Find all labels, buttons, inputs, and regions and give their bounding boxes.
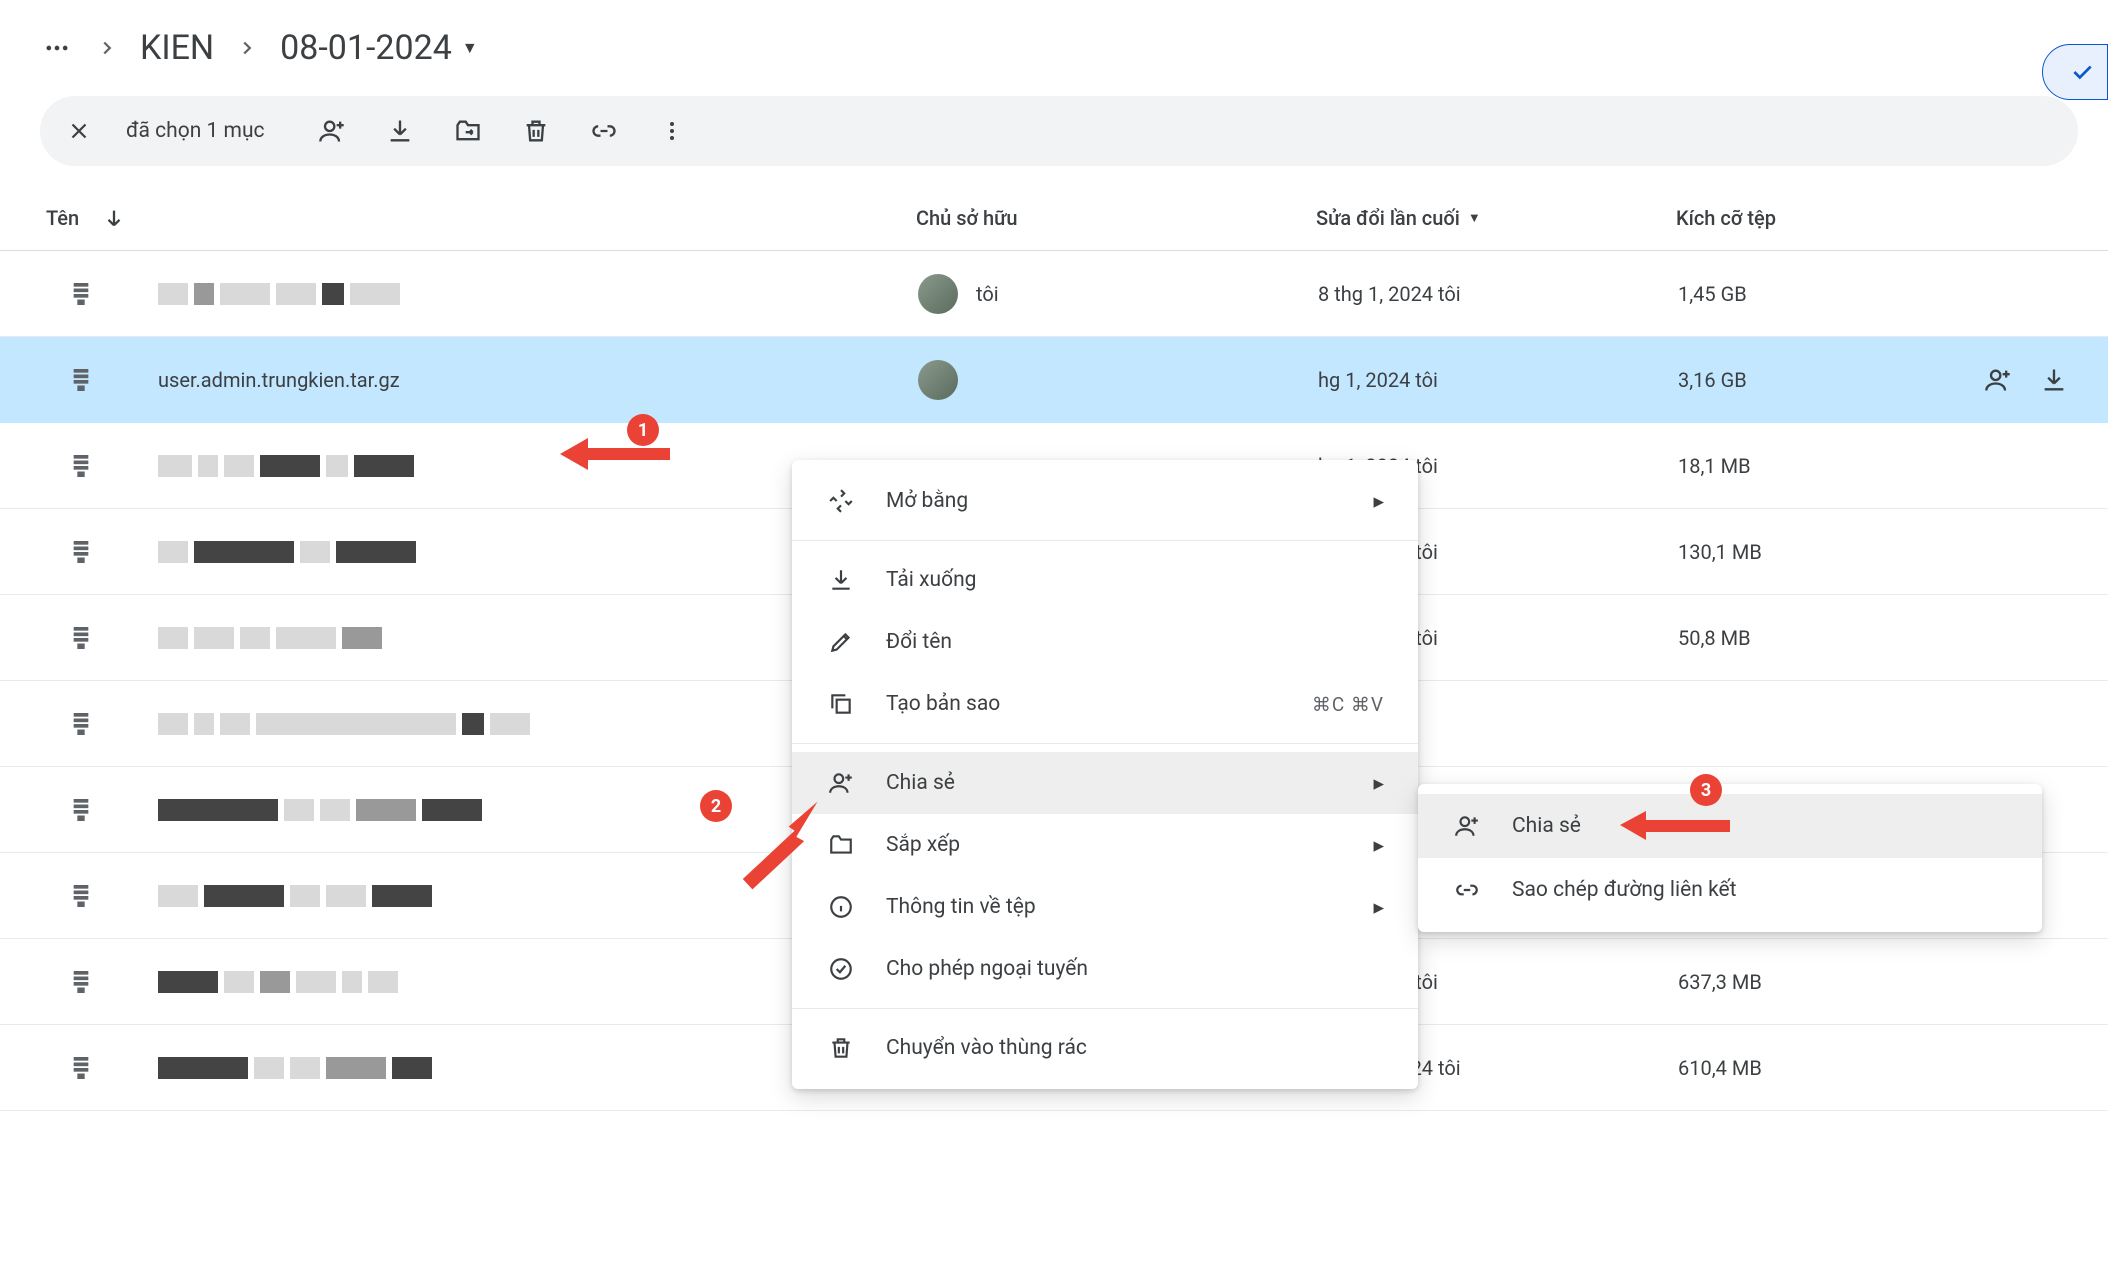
avatar xyxy=(918,274,958,314)
breadcrumb-more-icon[interactable] xyxy=(40,31,74,65)
trash-icon xyxy=(826,1035,856,1061)
size-cell: 50,8 MB xyxy=(1678,626,2068,650)
menu-copy[interactable]: Tạo bản sao ⌘C ⌘V xyxy=(792,673,1418,735)
archive-icon xyxy=(70,883,104,909)
column-header-owner[interactable]: Chủ sở hữu xyxy=(916,206,1316,230)
annotation-arrow-1 xyxy=(560,434,680,484)
archive-icon xyxy=(70,453,104,479)
annotation-arrow-3 xyxy=(1620,808,1740,848)
move-button[interactable] xyxy=(451,114,485,148)
info-icon xyxy=(826,894,856,920)
dropdown-triangle-icon: ▼ xyxy=(462,38,478,58)
annotation-arrow-2 xyxy=(716,800,826,890)
close-selection-button[interactable] xyxy=(66,118,92,144)
done-pill[interactable] xyxy=(2042,44,2108,100)
annotation-badge-1: 1 xyxy=(627,414,659,446)
delete-button[interactable] xyxy=(519,114,553,148)
share-submenu: Chia sẻ Sao chép đường liên kết xyxy=(1418,784,2042,932)
file-name: user.admin.trungkien.tar.gz xyxy=(158,368,918,392)
rename-icon xyxy=(826,629,856,655)
share-icon xyxy=(826,770,856,796)
menu-separator xyxy=(792,540,1418,541)
context-menu: Mở bằng ▸ Tải xuống Đổi tên Tạo bản sao … xyxy=(792,460,1418,1089)
archive-icon xyxy=(70,1055,104,1081)
dropdown-triangle-icon: ▼ xyxy=(1468,210,1481,226)
chevron-right-icon xyxy=(236,37,258,59)
menu-separator xyxy=(792,1008,1418,1009)
sort-arrow-down-icon xyxy=(103,207,125,229)
file-row[interactable]: user.admin.trungkien.tar.gz hg 1, 2024 t… xyxy=(0,337,2108,423)
annotation-badge-3: 3 xyxy=(1690,774,1722,806)
link-button[interactable] xyxy=(587,114,621,148)
download-button[interactable] xyxy=(383,114,417,148)
copy-icon xyxy=(826,691,856,717)
menu-open-with[interactable]: Mở bằng ▸ xyxy=(792,470,1418,532)
chevron-right-icon xyxy=(96,37,118,59)
breadcrumb-parent[interactable]: KIEN xyxy=(140,28,214,68)
file-row[interactable]: tôi 8 thg 1, 2024 tôi 1,45 GB xyxy=(0,251,2108,337)
size-cell: 18,1 MB xyxy=(1678,454,2068,478)
more-actions-button[interactable] xyxy=(655,114,689,148)
shortcut-label: ⌘C ⌘V xyxy=(1312,693,1384,716)
selection-toolbar: đã chọn 1 mục xyxy=(40,96,2078,166)
column-header-name[interactable]: Tên xyxy=(46,206,916,230)
size-cell: 637,3 MB xyxy=(1678,970,2068,994)
selection-count-label: đã chọn 1 mục xyxy=(126,119,265,143)
row-actions xyxy=(1984,366,2068,394)
share-icon xyxy=(1452,813,1482,839)
row-download-icon[interactable] xyxy=(2040,366,2068,394)
menu-offline[interactable]: Cho phép ngoại tuyến xyxy=(792,938,1418,1000)
menu-rename[interactable]: Đổi tên xyxy=(792,611,1418,673)
submenu-arrow-icon: ▸ xyxy=(1373,895,1384,920)
download-icon xyxy=(826,567,856,593)
menu-organize[interactable]: Sắp xếp ▸ xyxy=(792,814,1418,876)
submenu-arrow-icon: ▸ xyxy=(1373,771,1384,796)
share-button[interactable] xyxy=(315,114,349,148)
open-with-icon xyxy=(826,488,856,514)
link-icon xyxy=(1452,877,1482,903)
menu-file-info[interactable]: Thông tin về tệp ▸ xyxy=(792,876,1418,938)
submenu-arrow-icon: ▸ xyxy=(1373,833,1384,858)
archive-icon xyxy=(70,625,104,651)
menu-share[interactable]: Chia sẻ ▸ xyxy=(792,752,1418,814)
row-share-icon[interactable] xyxy=(1984,366,2012,394)
menu-separator xyxy=(792,743,1418,744)
submenu-arrow-icon: ▸ xyxy=(1373,489,1384,514)
submenu-copy-link[interactable]: Sao chép đường liên kết xyxy=(1418,858,2042,922)
menu-trash[interactable]: Chuyển vào thùng rác xyxy=(792,1017,1418,1079)
column-header-modified[interactable]: Sửa đổi lần cuối ▼ xyxy=(1316,206,1676,230)
breadcrumb: KIEN 08-01-2024 ▼ xyxy=(0,0,2108,96)
size-cell: 610,4 MB xyxy=(1678,1056,2068,1080)
modified-cell: 8 thg 1, 2024 tôi xyxy=(1318,282,1678,306)
annotation-badge-2: 2 xyxy=(700,790,732,822)
avatar xyxy=(918,360,958,400)
column-headers: Tên Chủ sở hữu Sửa đổi lần cuối ▼ Kích c… xyxy=(0,166,2108,251)
owner-cell: tôi xyxy=(918,274,1318,314)
archive-icon xyxy=(70,711,104,737)
breadcrumb-current[interactable]: 08-01-2024 ▼ xyxy=(280,28,478,68)
modified-cell: hg 1, 2024 tôi xyxy=(1318,368,1678,392)
archive-icon xyxy=(70,367,104,393)
archive-icon xyxy=(70,797,104,823)
owner-cell xyxy=(918,360,1318,400)
size-cell: 1,45 GB xyxy=(1678,282,2068,306)
menu-download[interactable]: Tải xuống xyxy=(792,549,1418,611)
archive-icon xyxy=(70,969,104,995)
column-header-size[interactable]: Kích cỡ tệp xyxy=(1676,206,2068,230)
folder-icon xyxy=(826,832,856,858)
archive-icon xyxy=(70,281,104,307)
archive-icon xyxy=(70,539,104,565)
offline-icon xyxy=(826,956,856,982)
breadcrumb-current-label: 08-01-2024 xyxy=(280,28,452,68)
file-name xyxy=(158,283,918,305)
size-cell: 130,1 MB xyxy=(1678,540,2068,564)
